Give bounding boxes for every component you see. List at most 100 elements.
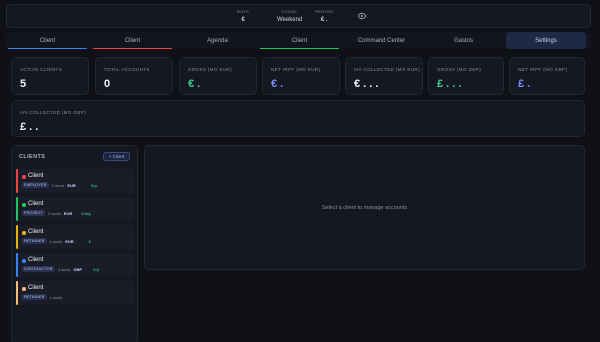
clients-sidebar: CLIENTS + Client Client EMPLOYER 3 accts… (11, 145, 138, 342)
today-stat: TODAY Weekend (277, 9, 302, 23)
tab-accent-underline (8, 47, 87, 49)
stat-card-iva-gbp: IVA COLLECTED (MO GBP) £ . . (11, 100, 585, 137)
stat-value: 0 (104, 78, 111, 90)
stat-label: GROSS (MO GBP) (437, 67, 482, 72)
stat-value: £ . . (20, 121, 39, 133)
client-item[interactable]: Client CONTRACTOR 3 accts GBP £/yr (16, 253, 134, 277)
rate-value: € (241, 17, 245, 23)
stat-label: IVA COLLECTED (MO GBP) (20, 110, 86, 115)
stat-value: £ . (518, 78, 531, 90)
client-type-badge: CONTRACTOR (22, 266, 55, 272)
stat-card-active-clients: ACTIVE CLIENTS 5 (11, 57, 89, 95)
tab-label: Gastos (453, 37, 473, 44)
account-panel: Select a client to manage accounts (144, 145, 585, 270)
stat-card-gross-eur: GROSS (MO EUR) € . (179, 57, 257, 95)
status-dot-icon (22, 231, 26, 235)
stat-label: NET IRPF (MO EUR) (271, 67, 321, 72)
client-amount: € (88, 238, 91, 244)
client-meta: PROJECT 3 accts EUR €/day (22, 210, 91, 216)
add-client-button[interactable]: + Client (103, 152, 130, 161)
client-currency: EUR (65, 238, 74, 244)
stat-label: NET IRPF (MO GBP) (518, 67, 568, 72)
client-color-bar (16, 225, 18, 249)
eye-icon[interactable] (358, 13, 366, 19)
tab-label: Client (124, 37, 141, 44)
client-name: Client (28, 173, 44, 179)
today-label: TODAY (281, 9, 298, 14)
client-name: Client (28, 285, 44, 291)
client-accounts: 1 accts (49, 294, 63, 300)
stat-label: GROSS (MO EUR) (188, 67, 233, 72)
client-type-badge: EMPLOYER (22, 182, 49, 188)
tab-accent-underline (93, 47, 172, 49)
period-stat: PERIOD € . (315, 9, 333, 23)
stat-card-iva-eur: IVA COLLECTED (MO EUR) € . . . (345, 57, 423, 95)
client-meta: RETAINER 0 accts EUR € (22, 238, 91, 244)
client-accounts: 3 accts (57, 266, 71, 272)
client-accounts: 3 accts (51, 182, 65, 188)
tab-label: Client (39, 37, 56, 44)
client-amount: €/day (81, 210, 92, 216)
client-item[interactable]: Client EMPLOYER 3 accts EUR €/yr (16, 169, 134, 193)
tab-client-2[interactable]: Client (91, 32, 174, 49)
status-dot-icon (22, 259, 26, 263)
tab-client-3[interactable]: Client (258, 32, 341, 49)
stat-label: ACTIVE CLIENTS (20, 67, 63, 72)
client-item[interactable]: Client RETAINER 1 accts (16, 281, 134, 305)
tab-agenda[interactable]: Agenda (176, 32, 259, 49)
status-dot-icon (22, 203, 26, 207)
stat-value: € . (188, 78, 201, 90)
client-color-bar (16, 253, 18, 277)
period-value: € . (320, 17, 328, 23)
stat-card-total-accounts: TOTAL ACCOUNTS 0 (95, 57, 173, 95)
main-tabs: Client Client Agenda Client Command Cent… (6, 32, 591, 49)
tab-label: Agenda (207, 37, 228, 44)
client-type-badge: RETAINER (22, 238, 47, 244)
client-name: Client (28, 229, 44, 235)
stat-label: TOTAL ACCOUNTS (104, 67, 150, 72)
stat-value: € . . . (354, 78, 379, 90)
tab-gastos[interactable]: Gastos (422, 32, 505, 49)
client-item[interactable]: Client RETAINER 0 accts EUR € (16, 225, 134, 249)
stat-card-net-irpf-gbp: NET IRPF (MO GBP) £ . (509, 57, 585, 95)
status-dot-icon (22, 175, 26, 179)
empty-state-message: Select a client to manage accounts (321, 204, 408, 211)
client-currency: EUR (63, 210, 73, 216)
client-accounts: 0 accts (49, 238, 63, 244)
client-accounts: 3 accts (48, 210, 61, 216)
top-stats-bar: RATE € TODAY Weekend PERIOD € . (6, 4, 591, 28)
tab-command-center[interactable]: Command Center (340, 32, 423, 49)
today-value: Weekend (277, 17, 303, 23)
stat-value: 5 (20, 78, 27, 90)
stat-label: IVA COLLECTED (MO EUR) (354, 67, 420, 72)
stat-card-gross-gbp: GROSS (MO GBP) £ . . . (428, 57, 504, 95)
client-color-bar (16, 197, 18, 221)
tab-settings[interactable]: Settings (506, 32, 586, 49)
rate-stat: RATE € (237, 9, 249, 23)
client-meta: CONTRACTOR 3 accts GBP £/yr (22, 266, 100, 272)
client-amount: £/yr (93, 266, 100, 272)
tab-label: Client (291, 37, 308, 44)
stat-card-net-irpf-eur: NET IRPF (MO EUR) € . (262, 57, 340, 95)
stat-value: € . (271, 78, 284, 90)
stat-value: £ . . . (437, 78, 462, 90)
client-meta: EMPLOYER 3 accts EUR €/yr (22, 182, 98, 188)
period-label: PERIOD (315, 9, 334, 14)
client-amount: €/yr (90, 182, 98, 188)
client-meta: RETAINER 1 accts (22, 294, 62, 300)
status-dot-icon (22, 287, 26, 291)
client-color-bar (16, 281, 18, 305)
clients-title: CLIENTS (19, 154, 46, 160)
tab-label: Settings (535, 37, 557, 44)
client-item[interactable]: Client PROJECT 3 accts EUR €/day (16, 197, 134, 221)
client-currency: GBP (73, 266, 83, 272)
client-color-bar (16, 169, 18, 193)
rate-label: RATE (237, 9, 250, 14)
client-type-badge: PROJECT (22, 210, 46, 216)
tab-client-1[interactable]: Client (6, 32, 89, 49)
client-name: Client (28, 201, 44, 207)
client-name: Client (28, 257, 44, 263)
client-type-badge: RETAINER (22, 294, 47, 300)
tab-accent-underline (260, 47, 339, 49)
tab-label: Command Center (357, 37, 406, 44)
